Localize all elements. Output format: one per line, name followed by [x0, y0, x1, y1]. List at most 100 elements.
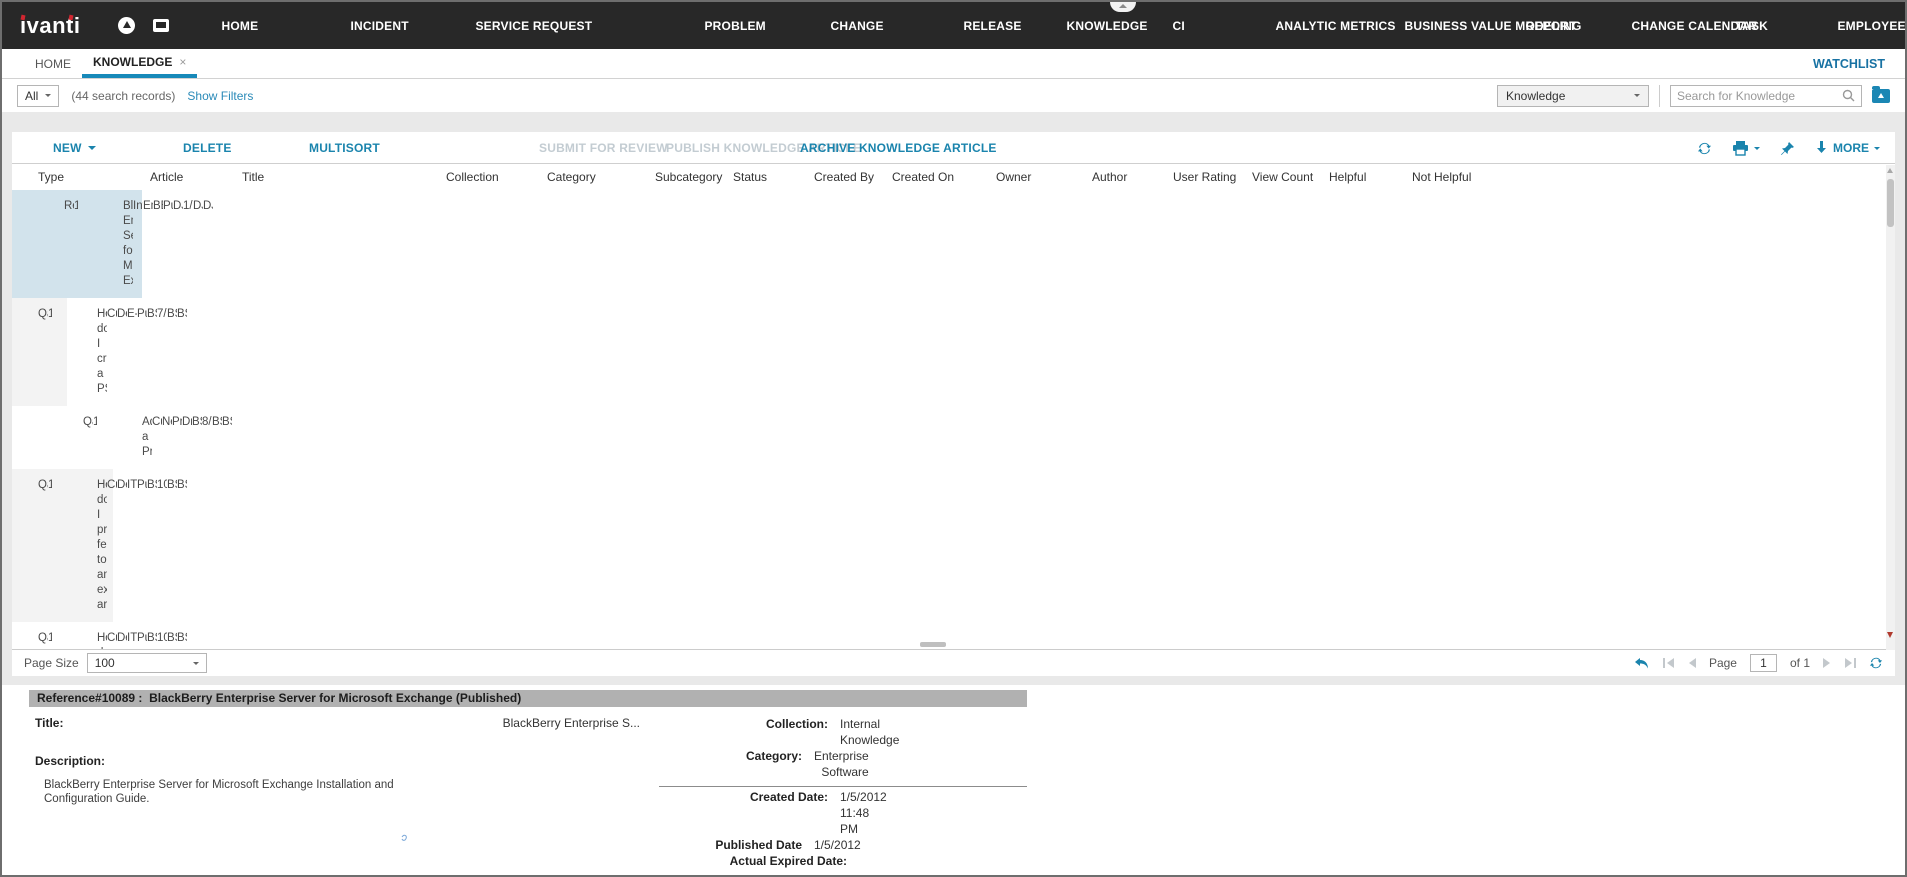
tab-home[interactable]: HOME [24, 49, 82, 78]
refresh-icon[interactable] [1697, 141, 1712, 156]
menu-item[interactable]: BUSINESS VALUE MODELING [1404, 19, 1500, 33]
ivanti-logo: ivanti [20, 13, 80, 39]
cell-owner: BSochan [167, 298, 177, 406]
menu-item[interactable]: CHANGE CALENDAR [1631, 19, 1710, 33]
field-label: Collection: [685, 716, 828, 748]
show-filters-link[interactable]: Show Filters [187, 89, 253, 103]
description-label: Description: [35, 754, 640, 768]
pin-icon[interactable] [1780, 141, 1795, 156]
watchlist-link[interactable]: WATCHLIST [1813, 57, 1885, 71]
cell-collection: Customer Knowl... [107, 622, 117, 649]
column-header[interactable]: Status [733, 170, 814, 184]
column-header[interactable]: User Rating [1173, 170, 1252, 184]
menu-item[interactable]: REPORT [1525, 19, 1606, 33]
cell-title: Adding a Printer [97, 406, 152, 469]
undo-icon[interactable] [1634, 657, 1650, 670]
close-icon[interactable]: × [179, 55, 186, 69]
menu-item[interactable]: TASK [1735, 19, 1812, 33]
menu-item[interactable]: EMPLOYEE [1837, 19, 1907, 33]
column-header[interactable]: Category [547, 170, 655, 184]
cell-status: Published [137, 622, 147, 649]
cell-title: How do I provide feedback to an existing… [52, 469, 107, 622]
column-header[interactable]: Not Helpful [1412, 170, 1495, 184]
last-page-icon[interactable] [1844, 658, 1856, 668]
v-scrollbar[interactable] [1886, 165, 1895, 650]
menu-item[interactable]: RELEASE [963, 19, 1041, 33]
scroll-up-icon[interactable] [1887, 168, 1893, 173]
next-page-icon[interactable] [1823, 658, 1831, 668]
tab-knowledge[interactable]: KNOWLEDGE × [82, 49, 197, 78]
cell-collection: Internal Knowled... [133, 190, 143, 298]
menu-item[interactable]: INCIDENT [350, 19, 405, 33]
more-download-icon[interactable]: MORE [1815, 141, 1880, 155]
prev-page-icon[interactable] [1688, 658, 1696, 668]
scope-dropdown[interactable]: All [17, 85, 59, 107]
menu-item[interactable]: CI [1172, 19, 1250, 33]
table-row[interactable]: QandA 10069 Adding a Printer Customer Kn… [12, 406, 261, 469]
column-header[interactable]: View Count [1252, 170, 1329, 184]
menu-item[interactable]: ANALYTIC METRICS [1275, 19, 1379, 33]
h-scrollbar-thumb[interactable] [920, 642, 946, 647]
toolbar-button[interactable]: ARCHIVE KNOWLEDGE ARTICLE [800, 141, 878, 155]
cell-title: BlackBerry Enterprise Server for Microso… [78, 190, 133, 298]
menu-item[interactable]: KNOWLEDGE [1066, 19, 1147, 33]
column-header[interactable]: Collection [446, 170, 547, 184]
toolbar-button[interactable]: MULTISORT [264, 141, 513, 155]
cell-created-by: BSochan [147, 469, 157, 622]
column-header[interactable]: Helpful [1329, 170, 1412, 184]
toolbar-button[interactable]: PUBLISH KNOWLEDGE ARTICLE [666, 141, 774, 155]
refresh-icon[interactable] [1869, 656, 1883, 670]
column-header[interactable]: Article [142, 170, 197, 184]
column-header[interactable]: Created On [892, 170, 996, 184]
column-header[interactable]: Owner [996, 170, 1092, 184]
cell-subcategory: ITSM [127, 469, 137, 622]
chat-icon[interactable] [153, 19, 169, 32]
cell-type: QandA [57, 406, 93, 469]
detail-field-row: Collection: Internal Knowledge [659, 716, 789, 748]
cell-helpful [207, 469, 217, 622]
field-value [847, 853, 859, 869]
cell-type: QandA [12, 298, 48, 406]
detail-right-column: Collection: Internal Knowledge Category:… [659, 714, 1027, 877]
table-row[interactable]: QandA 10074 How do I provide feedback to… [12, 469, 113, 622]
field-value: Enterprise Software [802, 748, 869, 780]
print-icon[interactable] [1732, 141, 1760, 156]
column-header[interactable]: Created By [814, 170, 892, 184]
search-icon[interactable] [1842, 89, 1855, 102]
toolbar-button[interactable]: DELETE [183, 141, 238, 155]
menu-item[interactable]: HOME [195, 19, 325, 33]
table-row[interactable]: QandA 10079 How do I report a New Issue?… [12, 622, 120, 649]
table-row[interactable]: Reference 10089 BlackBerry Enterprise Se… [12, 190, 142, 298]
title-value[interactable]: BlackBerry Enterprise S... [503, 716, 640, 730]
toolbar-button[interactable]: NEW [27, 141, 157, 155]
toolbar-button[interactable]: SUBMIT FOR REVIEW [539, 141, 640, 155]
cell-title: How do I create a PST? [52, 298, 107, 406]
knowledge-grid-panel: NEW DELETE MULTISORT SUBMIT FOR REVIEW [12, 132, 1895, 676]
cell-collection: Customer Knowl... [107, 298, 117, 406]
page-input[interactable] [1750, 654, 1777, 672]
header-collapse-handle[interactable] [1110, 2, 1136, 12]
column-header[interactable]: Title [197, 170, 446, 184]
column-header[interactable]: Author [1092, 170, 1173, 184]
chevron-down-icon [1634, 94, 1640, 97]
cell-created-by: BSochan [147, 622, 157, 649]
table-row[interactable]: QandA 10065 How do I create a PST? Custo… [12, 298, 67, 406]
search-box [1670, 85, 1862, 107]
scrollbar-thumb[interactable] [1887, 179, 1894, 227]
folder-icon[interactable] [1872, 89, 1890, 103]
page-size-dropdown[interactable]: 100 [87, 653, 207, 673]
cell-owner: BSochan [167, 622, 177, 649]
cell-user-rating [187, 298, 197, 406]
column-header[interactable]: Subcategory [655, 170, 733, 184]
menu-item[interactable]: PROBLEM [704, 19, 805, 33]
context-dropdown[interactable]: Knowledge [1497, 85, 1649, 107]
scroll-down-icon[interactable] [1887, 632, 1893, 638]
menu-item[interactable]: SERVICE REQUEST [430, 19, 679, 33]
toolbar-button-label: SUBMIT FOR REVIEW [539, 141, 668, 155]
cell-helpful [207, 622, 217, 649]
circle-arrow-icon[interactable] [118, 17, 135, 34]
column-header[interactable]: Type [12, 170, 142, 184]
search-input[interactable] [1677, 89, 1842, 103]
menu-item[interactable]: CHANGE [830, 19, 938, 33]
first-page-icon[interactable] [1663, 658, 1675, 668]
